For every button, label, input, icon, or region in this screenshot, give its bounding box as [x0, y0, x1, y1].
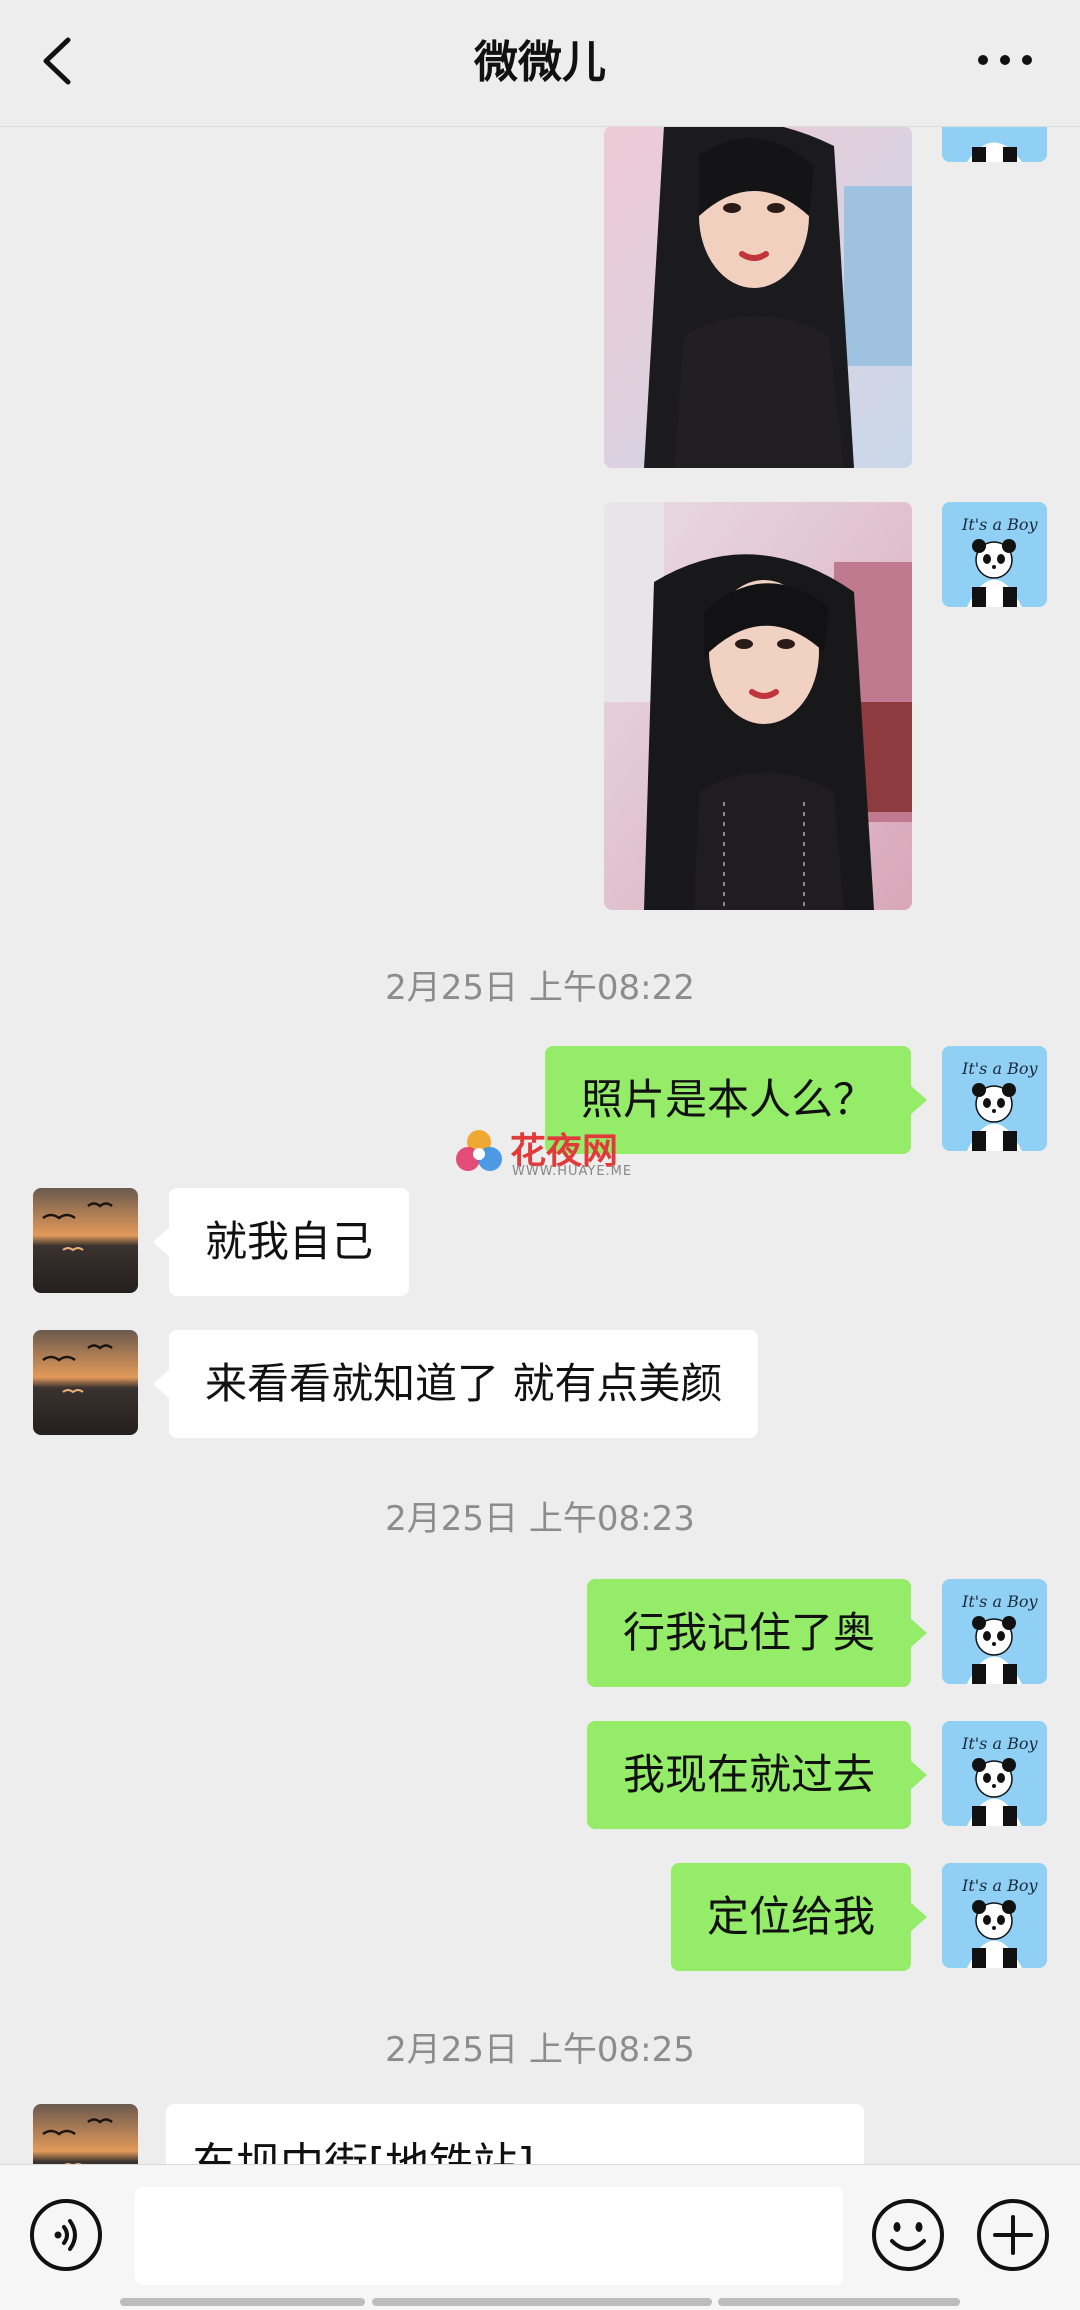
- emoji-icon: [872, 2199, 944, 2271]
- scrollbar-segment: [372, 2298, 712, 2306]
- self-avatar[interactable]: It's a Boy: [942, 502, 1047, 607]
- message-bubble-sent[interactable]: 行我记住了奥: [586, 1579, 928, 1687]
- avatar-caption: It's a Boy: [961, 515, 1038, 534]
- selfie-photo: [604, 502, 912, 910]
- timestamp: 2月25日 上午08:25: [385, 2030, 695, 2070]
- self-avatar[interactable]: It's a Boy: [942, 1579, 1047, 1684]
- self-avatar[interactable]: It's a Boy: [942, 1721, 1047, 1826]
- sunset-seagulls-avatar-icon: [33, 2104, 138, 2164]
- emoji-button[interactable]: [870, 2197, 946, 2273]
- input-bar: [0, 2164, 1080, 2310]
- message-bubble-sent[interactable]: 定位给我: [670, 1863, 928, 1971]
- more-dots-icon: [978, 55, 1032, 65]
- sunset-seagulls-avatar-icon: [33, 1188, 138, 1293]
- watermark-url: WWW.HUAYE.ME: [512, 1164, 633, 1179]
- message-bubble-received[interactable]: 来看看就知道了 就有点美颜: [152, 1330, 759, 1438]
- panda-avatar-icon: It's a Boy: [942, 502, 1047, 607]
- panda-avatar-icon: It's a Boy: [942, 1721, 1047, 1826]
- page-title: 微微儿: [474, 37, 606, 88]
- voice-icon: [30, 2199, 102, 2271]
- message-bubble-received[interactable]: 就我自己: [152, 1188, 410, 1296]
- chat-header: 微微儿: [0, 0, 1080, 127]
- scrollbar-segment: [120, 2298, 365, 2306]
- message-bubble-sent[interactable]: 我现在就过去: [586, 1721, 928, 1829]
- self-avatar[interactable]: It's a Boy: [942, 1046, 1047, 1151]
- location-title: 东坝中街[地铁站]: [192, 2128, 534, 2164]
- more-button[interactable]: [970, 30, 1040, 90]
- panda-avatar-icon: It's a Boy: [942, 1579, 1047, 1684]
- photo-message[interactable]: [604, 502, 912, 910]
- message-input[interactable]: [135, 2187, 843, 2285]
- self-avatar[interactable]: [942, 126, 1047, 162]
- location-message[interactable]: 东坝中街[地铁站]: [166, 2104, 864, 2164]
- avatar-caption: It's a Boy: [961, 1059, 1038, 1078]
- scrollbar-segment: [718, 2298, 960, 2306]
- flower-logo-icon: [456, 1130, 502, 1171]
- voice-button[interactable]: [28, 2197, 104, 2273]
- plus-icon: [977, 2199, 1049, 2271]
- contact-avatar[interactable]: [33, 1188, 138, 1293]
- contact-avatar[interactable]: [33, 1330, 138, 1435]
- timestamp: 2月25日 上午08:22: [385, 968, 695, 1008]
- more-functions-button[interactable]: [975, 2197, 1051, 2273]
- timestamp: 2月25日 上午08:23: [385, 1499, 695, 1539]
- watermark-logo: 花夜网 WWW.HUAYE.ME: [452, 1126, 632, 1182]
- contact-avatar[interactable]: [33, 2104, 138, 2164]
- self-avatar[interactable]: It's a Boy: [942, 1863, 1047, 1968]
- chat-messages[interactable]: It's a Boy 2月25日 上午08:22 照片是本人么？ It's a …: [0, 126, 1080, 2164]
- avatar-caption: It's a Boy: [961, 1876, 1038, 1895]
- avatar-caption: It's a Boy: [961, 1734, 1038, 1753]
- panda-avatar-icon: It's a Boy: [942, 1046, 1047, 1151]
- sunset-seagulls-avatar-icon: [33, 1330, 138, 1435]
- selfie-photo: [604, 126, 912, 468]
- photo-message[interactable]: [604, 126, 912, 468]
- avatar-caption: It's a Boy: [961, 1592, 1038, 1611]
- panda-avatar-icon: It's a Boy: [942, 1863, 1047, 1968]
